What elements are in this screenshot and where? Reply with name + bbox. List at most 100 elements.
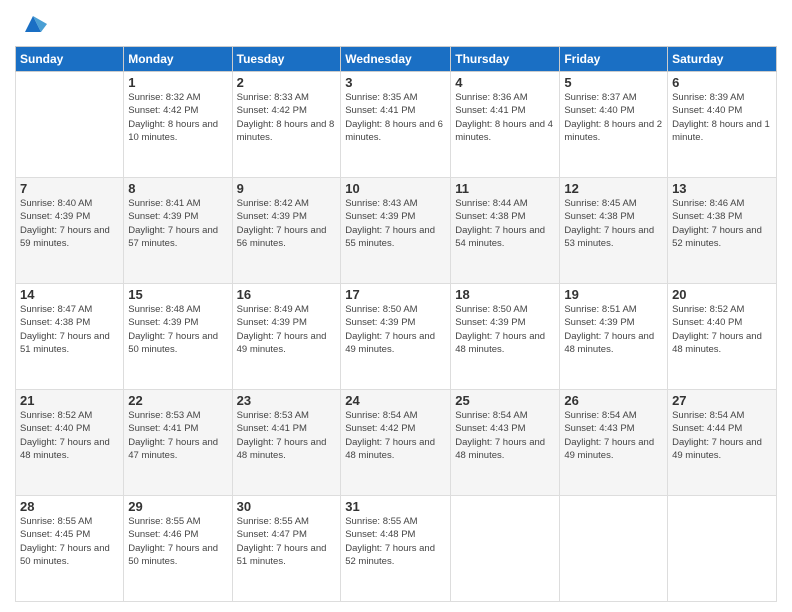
day-number: 17 [345,287,446,302]
day-info: Sunrise: 8:48 AMSunset: 4:39 PMDaylight:… [128,303,227,356]
day-number: 8 [128,181,227,196]
day-number: 22 [128,393,227,408]
calendar-cell [668,496,777,602]
calendar-cell: 14 Sunrise: 8:47 AMSunset: 4:38 PMDaylig… [16,284,124,390]
calendar-cell: 26 Sunrise: 8:54 AMSunset: 4:43 PMDaylig… [560,390,668,496]
weekday-header-sunday: Sunday [16,47,124,72]
day-number: 3 [345,75,446,90]
day-info: Sunrise: 8:53 AMSunset: 4:41 PMDaylight:… [128,409,227,462]
weekday-header-row: SundayMondayTuesdayWednesdayThursdayFrid… [16,47,777,72]
calendar-cell: 20 Sunrise: 8:52 AMSunset: 4:40 PMDaylig… [668,284,777,390]
day-number: 10 [345,181,446,196]
calendar-cell: 4 Sunrise: 8:36 AMSunset: 4:41 PMDayligh… [451,72,560,178]
calendar-cell: 25 Sunrise: 8:54 AMSunset: 4:43 PMDaylig… [451,390,560,496]
day-number: 15 [128,287,227,302]
day-info: Sunrise: 8:36 AMSunset: 4:41 PMDaylight:… [455,91,555,144]
logo-icon [19,10,47,38]
calendar-cell: 28 Sunrise: 8:55 AMSunset: 4:45 PMDaylig… [16,496,124,602]
calendar-cell: 11 Sunrise: 8:44 AMSunset: 4:38 PMDaylig… [451,178,560,284]
calendar-cell: 22 Sunrise: 8:53 AMSunset: 4:41 PMDaylig… [124,390,232,496]
calendar-cell: 13 Sunrise: 8:46 AMSunset: 4:38 PMDaylig… [668,178,777,284]
day-number: 1 [128,75,227,90]
day-info: Sunrise: 8:40 AMSunset: 4:39 PMDaylight:… [20,197,119,250]
weekday-header-friday: Friday [560,47,668,72]
day-info: Sunrise: 8:37 AMSunset: 4:40 PMDaylight:… [564,91,663,144]
week-row-3: 21 Sunrise: 8:52 AMSunset: 4:40 PMDaylig… [16,390,777,496]
calendar-cell [451,496,560,602]
day-info: Sunrise: 8:50 AMSunset: 4:39 PMDaylight:… [455,303,555,356]
day-info: Sunrise: 8:33 AMSunset: 4:42 PMDaylight:… [237,91,337,144]
day-info: Sunrise: 8:55 AMSunset: 4:47 PMDaylight:… [237,515,337,568]
calendar-cell: 23 Sunrise: 8:53 AMSunset: 4:41 PMDaylig… [232,390,341,496]
day-number: 13 [672,181,772,196]
day-number: 20 [672,287,772,302]
week-row-2: 14 Sunrise: 8:47 AMSunset: 4:38 PMDaylig… [16,284,777,390]
calendar-cell [16,72,124,178]
day-number: 21 [20,393,119,408]
day-number: 11 [455,181,555,196]
day-number: 23 [237,393,337,408]
day-info: Sunrise: 8:49 AMSunset: 4:39 PMDaylight:… [237,303,337,356]
day-number: 4 [455,75,555,90]
day-number: 5 [564,75,663,90]
calendar-cell: 27 Sunrise: 8:54 AMSunset: 4:44 PMDaylig… [668,390,777,496]
calendar-cell: 7 Sunrise: 8:40 AMSunset: 4:39 PMDayligh… [16,178,124,284]
day-info: Sunrise: 8:47 AMSunset: 4:38 PMDaylight:… [20,303,119,356]
day-info: Sunrise: 8:41 AMSunset: 4:39 PMDaylight:… [128,197,227,250]
week-row-0: 1 Sunrise: 8:32 AMSunset: 4:42 PMDayligh… [16,72,777,178]
day-number: 19 [564,287,663,302]
calendar-cell: 6 Sunrise: 8:39 AMSunset: 4:40 PMDayligh… [668,72,777,178]
calendar-cell: 17 Sunrise: 8:50 AMSunset: 4:39 PMDaylig… [341,284,451,390]
day-number: 6 [672,75,772,90]
calendar-cell: 15 Sunrise: 8:48 AMSunset: 4:39 PMDaylig… [124,284,232,390]
day-info: Sunrise: 8:52 AMSunset: 4:40 PMDaylight:… [672,303,772,356]
week-row-4: 28 Sunrise: 8:55 AMSunset: 4:45 PMDaylig… [16,496,777,602]
calendar-cell: 31 Sunrise: 8:55 AMSunset: 4:48 PMDaylig… [341,496,451,602]
calendar-cell: 19 Sunrise: 8:51 AMSunset: 4:39 PMDaylig… [560,284,668,390]
day-info: Sunrise: 8:44 AMSunset: 4:38 PMDaylight:… [455,197,555,250]
day-number: 18 [455,287,555,302]
day-number: 12 [564,181,663,196]
calendar-cell: 24 Sunrise: 8:54 AMSunset: 4:42 PMDaylig… [341,390,451,496]
calendar-cell: 8 Sunrise: 8:41 AMSunset: 4:39 PMDayligh… [124,178,232,284]
day-number: 14 [20,287,119,302]
day-number: 30 [237,499,337,514]
day-number: 7 [20,181,119,196]
calendar-cell: 5 Sunrise: 8:37 AMSunset: 4:40 PMDayligh… [560,72,668,178]
day-info: Sunrise: 8:53 AMSunset: 4:41 PMDaylight:… [237,409,337,462]
day-info: Sunrise: 8:35 AMSunset: 4:41 PMDaylight:… [345,91,446,144]
day-info: Sunrise: 8:43 AMSunset: 4:39 PMDaylight:… [345,197,446,250]
day-number: 28 [20,499,119,514]
day-number: 25 [455,393,555,408]
day-info: Sunrise: 8:52 AMSunset: 4:40 PMDaylight:… [20,409,119,462]
day-info: Sunrise: 8:51 AMSunset: 4:39 PMDaylight:… [564,303,663,356]
day-info: Sunrise: 8:55 AMSunset: 4:48 PMDaylight:… [345,515,446,568]
weekday-header-thursday: Thursday [451,47,560,72]
day-info: Sunrise: 8:54 AMSunset: 4:44 PMDaylight:… [672,409,772,462]
header [15,10,777,38]
logo [15,10,47,38]
calendar-cell: 18 Sunrise: 8:50 AMSunset: 4:39 PMDaylig… [451,284,560,390]
calendar-cell: 16 Sunrise: 8:49 AMSunset: 4:39 PMDaylig… [232,284,341,390]
weekday-header-monday: Monday [124,47,232,72]
day-number: 29 [128,499,227,514]
calendar-cell: 1 Sunrise: 8:32 AMSunset: 4:42 PMDayligh… [124,72,232,178]
page: SundayMondayTuesdayWednesdayThursdayFrid… [0,0,792,612]
weekday-header-wednesday: Wednesday [341,47,451,72]
day-number: 27 [672,393,772,408]
calendar-cell: 3 Sunrise: 8:35 AMSunset: 4:41 PMDayligh… [341,72,451,178]
day-info: Sunrise: 8:39 AMSunset: 4:40 PMDaylight:… [672,91,772,144]
day-info: Sunrise: 8:54 AMSunset: 4:42 PMDaylight:… [345,409,446,462]
calendar-cell: 21 Sunrise: 8:52 AMSunset: 4:40 PMDaylig… [16,390,124,496]
day-number: 16 [237,287,337,302]
day-info: Sunrise: 8:50 AMSunset: 4:39 PMDaylight:… [345,303,446,356]
week-row-1: 7 Sunrise: 8:40 AMSunset: 4:39 PMDayligh… [16,178,777,284]
day-number: 31 [345,499,446,514]
calendar-cell: 12 Sunrise: 8:45 AMSunset: 4:38 PMDaylig… [560,178,668,284]
day-number: 26 [564,393,663,408]
calendar-cell: 9 Sunrise: 8:42 AMSunset: 4:39 PMDayligh… [232,178,341,284]
day-info: Sunrise: 8:42 AMSunset: 4:39 PMDaylight:… [237,197,337,250]
calendar-table: SundayMondayTuesdayWednesdayThursdayFrid… [15,46,777,602]
day-info: Sunrise: 8:32 AMSunset: 4:42 PMDaylight:… [128,91,227,144]
calendar-cell: 30 Sunrise: 8:55 AMSunset: 4:47 PMDaylig… [232,496,341,602]
